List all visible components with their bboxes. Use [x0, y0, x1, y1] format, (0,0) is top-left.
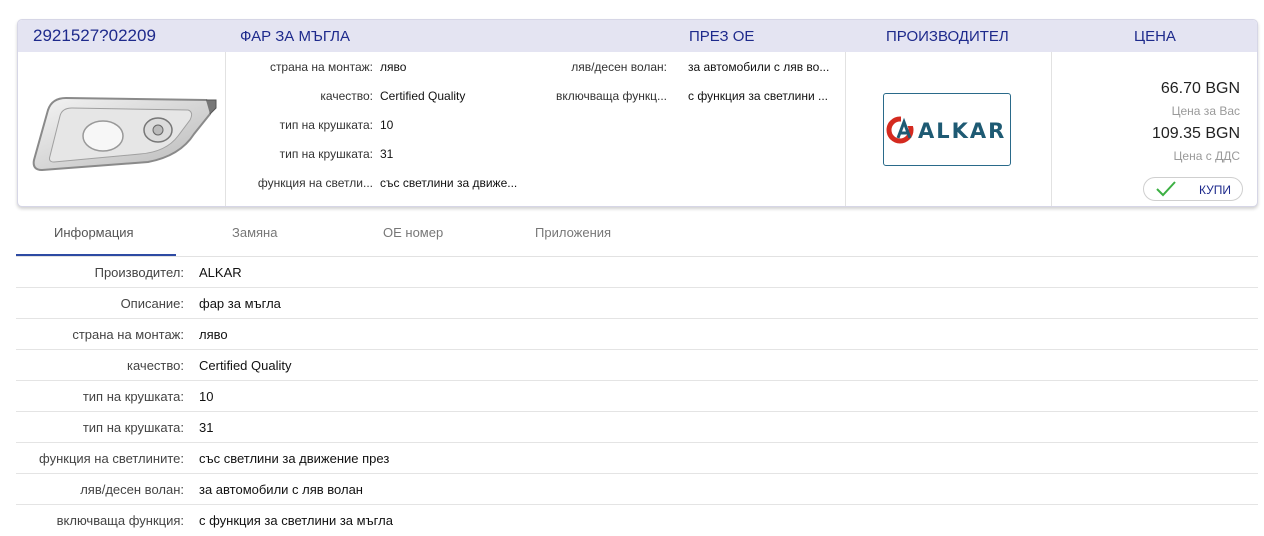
info-value: фар за мъгла — [199, 296, 281, 311]
manufacturer-column-header: ПРОИЗВОДИТЕЛ — [886, 28, 1009, 45]
active-tab-indicator — [16, 254, 176, 256]
gross-price: 109.35 BGN — [1151, 125, 1240, 142]
info-key: тип на крушката: — [82, 420, 184, 435]
buy-button-label: КУПИ — [1199, 183, 1231, 197]
info-key: ляв/десен волан: — [80, 482, 184, 497]
spec-key: включваща функц... — [555, 89, 667, 103]
table-row: Производител: ALKAR — [16, 257, 1258, 288]
info-key: Описание: — [120, 296, 184, 311]
product-card: 2921527?02209 ФАР ЗА МЪГЛА ПРЕЗ ОЕ ПРОИЗ… — [17, 19, 1258, 207]
gross-price-label: Цена с ДДС — [1173, 149, 1240, 163]
info-key: тип на крушката: — [82, 389, 184, 404]
table-row: функция на светлините: със светлини за д… — [16, 443, 1258, 474]
tab-replacement[interactable]: Замяна — [232, 225, 277, 240]
spec-value: ляво — [380, 60, 407, 74]
info-key: страна на монтаж: — [72, 327, 184, 342]
spec-row: включваща функц... с функция за светлини… — [538, 81, 843, 110]
divider — [845, 52, 846, 206]
info-value: 10 — [199, 389, 214, 404]
spec-key: ляв/десен волан: — [571, 60, 667, 74]
table-row: Описание: фар за мъгла — [16, 288, 1258, 319]
spec-row: ляв/десен волан: за автомобили с ляв во.… — [538, 52, 843, 81]
info-key: Производител: — [94, 265, 184, 280]
spec-key: тип на крушката: — [279, 118, 373, 132]
product-header: 2921527?02209 ФАР ЗА МЪГЛА ПРЕЗ ОЕ ПРОИЗ… — [18, 20, 1257, 52]
info-value: 31 — [199, 420, 214, 435]
spec-value: със светлини за движе... — [380, 176, 518, 190]
info-value: за автомобили с ляв волан — [199, 482, 363, 497]
info-value: ляво — [199, 327, 228, 342]
tab-oe-number[interactable]: ОЕ номер — [383, 225, 443, 240]
spec-row: тип на крушката: 31 — [228, 139, 528, 168]
tab-applications[interactable]: Приложения — [535, 225, 611, 240]
spec-key: тип на крушката: — [279, 147, 373, 161]
spec-key: функция на светли... — [257, 176, 373, 190]
price-column-header: ЦЕНА — [1134, 28, 1176, 45]
info-value: със светлини за движение през — [199, 451, 390, 466]
table-row: включваща функция: с функция за светлини… — [16, 505, 1258, 536]
tab-bar: Информация Замяна ОЕ номер Приложения — [16, 215, 1258, 257]
product-image[interactable] — [28, 70, 218, 180]
spec-value: Certified Quality — [380, 89, 466, 103]
check-icon — [1155, 180, 1177, 201]
info-key: включваща функция: — [56, 513, 184, 528]
info-value: с функция за светлини за мъгла — [199, 513, 393, 528]
net-price: 66.70 BGN — [1160, 80, 1240, 97]
spec-row: функция на светли... със светлини за дви… — [228, 168, 528, 197]
table-row: тип на крушката: 10 — [16, 381, 1258, 412]
spec-row: качество: Certified Quality — [228, 81, 528, 110]
svg-text:ALKAR: ALKAR — [918, 119, 1006, 143]
spec-key: качество: — [320, 89, 373, 103]
product-title[interactable]: ФАР ЗА МЪГЛА — [240, 28, 350, 45]
table-row: ляв/десен волан: за автомобили с ляв вол… — [16, 474, 1258, 505]
table-row: тип на крушката: 31 — [16, 412, 1258, 443]
tab-information[interactable]: Информация — [54, 225, 134, 240]
info-value: ALKAR — [199, 265, 242, 280]
info-table: Производител: ALKAR Описание: фар за мъг… — [16, 257, 1258, 536]
info-value: Certified Quality — [199, 358, 292, 373]
info-key: качество: — [127, 358, 184, 373]
table-row: качество: Certified Quality — [16, 350, 1258, 381]
manufacturer-logo[interactable]: ALKAR — [883, 93, 1011, 166]
oe-column-header: ПРЕЗ ОЕ — [689, 28, 755, 45]
net-price-label: Цена за Вас — [1171, 104, 1240, 118]
spec-value: с функция за светлини ... — [688, 89, 828, 103]
spec-row: тип на крушката: 10 — [228, 110, 528, 139]
buy-button[interactable]: КУПИ — [1143, 177, 1243, 201]
spec-key: страна на монтаж: — [269, 60, 373, 74]
part-number[interactable]: 2921527?02209 — [33, 26, 156, 46]
spec-row: страна на монтаж: ляво — [228, 52, 528, 81]
table-row: страна на монтаж: ляво — [16, 319, 1258, 350]
info-key: функция на светлините: — [39, 451, 184, 466]
spec-value: за автомобили с ляв во... — [688, 60, 830, 74]
spec-value: 10 — [380, 118, 394, 132]
divider — [1051, 52, 1052, 206]
spec-value: 31 — [380, 147, 394, 161]
